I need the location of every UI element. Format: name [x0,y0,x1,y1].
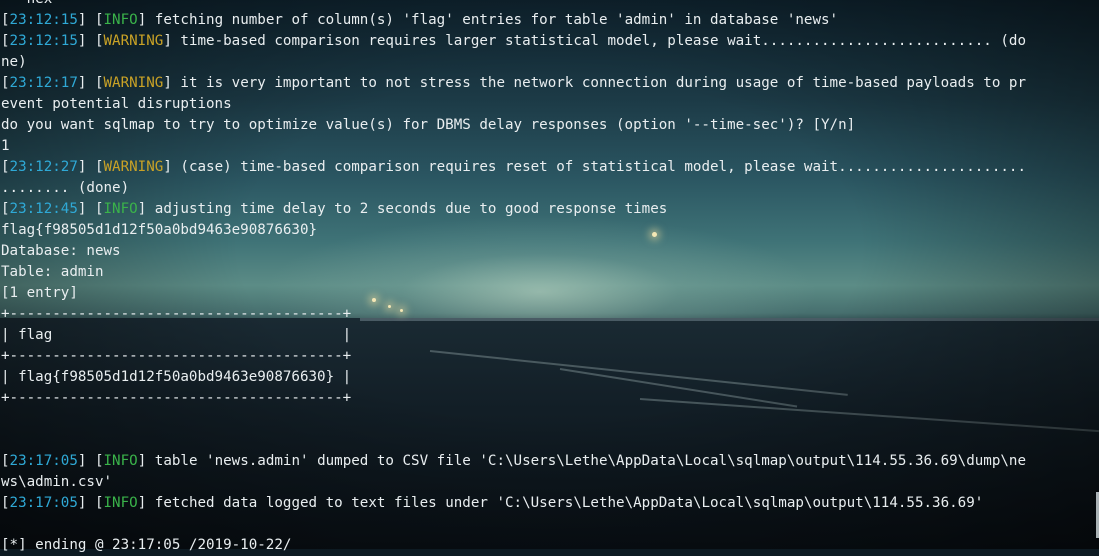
bracket: ] [137,201,147,217]
bracket: [ [1,12,10,28]
bracket: ] [ [77,75,104,91]
output-text: '--hex' [1,0,61,7]
terminal-line: do you want sqlmap to try to optimize va… [1,115,1099,136]
bracket: [ [1,201,10,217]
terminal-line: | flag{f98505d1d12f50a0bd9463e90876630} … [1,367,1099,388]
bracket: ] [137,453,147,469]
terminal-line: Table: admin [1,262,1099,283]
log-message: it is very important to not stress the n… [171,75,1027,91]
bracket: ] [ [77,33,104,49]
terminal-line: [23:12:45] [INFO] adjusting time delay t… [1,199,1099,220]
bracket: [ [1,453,10,469]
bracket: ] [ [77,495,104,511]
output-text: Database: news [1,243,121,259]
bracket: ] [ [77,453,104,469]
terminal-line: [23:12:27] [WARNING] (case) time-based c… [1,157,1099,178]
terminal-line: +---------------------------------------… [1,304,1099,325]
terminal-line: ........ (done) [1,178,1099,199]
log-message: time-based comparison requires larger st… [171,33,1027,49]
terminal-line: +---------------------------------------… [1,346,1099,367]
output-text: | flag | [1,327,352,343]
bracket: ] [163,75,172,91]
bracket: ] [ [77,201,104,217]
log-level-badge: WARNING [103,159,164,175]
log-level-badge: WARNING [103,33,164,49]
terminal-line: '--hex' [1,0,1099,10]
bracket: [ [1,75,10,91]
output-text: event potential disruptions [1,96,232,112]
terminal-line: event potential disruptions [1,94,1099,115]
terminal-output[interactable]: '--hex'[23:12:15] [INFO] fetching number… [1,0,1099,553]
output-text: [*] ending @ 23:17:05 /2019-10-22/ [1,537,292,553]
log-level-badge: INFO [103,453,138,469]
bracket: ] [137,495,147,511]
log-level-badge: INFO [103,201,138,217]
log-message: (case) time-based comparison requires re… [171,159,1027,175]
log-timestamp: 23:17:05 [9,495,78,511]
output-text: ws\admin.csv' [1,474,113,490]
log-level-badge: WARNING [103,75,164,91]
terminal-line: +---------------------------------------… [1,388,1099,409]
log-level-badge: INFO [103,495,138,511]
bracket: ] [163,33,172,49]
terminal-line: 1 [1,136,1099,157]
log-timestamp: 23:12:17 [9,75,78,91]
log-timestamp: 23:12:27 [9,159,78,175]
output-text: ........ (done) [1,180,130,196]
log-timestamp: 23:12:15 [9,12,78,28]
output-text: ne) [1,54,27,70]
terminal-line: [23:12:15] [INFO] fetching number of col… [1,10,1099,31]
terminal-line: [23:17:05] [INFO] table 'news.admin' dum… [1,451,1099,472]
log-timestamp: 23:12:45 [9,201,78,217]
output-text: +---------------------------------------… [1,348,352,364]
terminal-line: [23:12:15] [WARNING] time-based comparis… [1,31,1099,52]
terminal-line: [23:12:17] [WARNING] it is very importan… [1,73,1099,94]
output-text: | flag{f98505d1d12f50a0bd9463e90876630} … [1,369,352,385]
terminal-line: | flag | [1,325,1099,346]
log-message: table 'news.admin' dumped to CSV file 'C… [146,453,1027,469]
bracket: ] [137,12,147,28]
bracket: [ [1,33,10,49]
bracket: ] [ [77,159,104,175]
terminal-line: Database: news [1,241,1099,262]
bracket: [ [1,495,10,511]
bracket: ] [163,159,172,175]
output-text: +---------------------------------------… [1,390,352,406]
output-text: 1 [1,138,10,154]
log-timestamp: 23:12:15 [9,33,78,49]
terminal-line: [*] ending @ 23:17:05 /2019-10-22/ [1,535,1099,556]
terminal-line: [1 entry] [1,283,1099,304]
terminal-line: flag{f98505d1d12f50a0bd9463e90876630} [1,220,1099,241]
output-text: Table: admin [1,264,104,280]
bracket: [ [1,159,10,175]
terminal-line: [23:17:05] [INFO] fetched data logged to… [1,493,1099,514]
log-timestamp: 23:17:05 [9,453,78,469]
terminal-line: ne) [1,52,1099,73]
log-level-badge: INFO [103,12,138,28]
output-text: flag{f98505d1d12f50a0bd9463e90876630} [1,222,318,238]
output-text: do you want sqlmap to try to optimize va… [1,117,856,133]
output-text: +---------------------------------------… [1,306,352,322]
log-message: adjusting time delay to 2 seconds due to… [146,201,668,217]
bracket: ] [ [77,12,104,28]
log-message: fetching number of column(s) 'flag' entr… [146,12,839,28]
log-message: fetched data logged to text files under … [146,495,984,511]
output-text: [1 entry] [1,285,78,301]
terminal-line: ws\admin.csv' [1,472,1099,493]
